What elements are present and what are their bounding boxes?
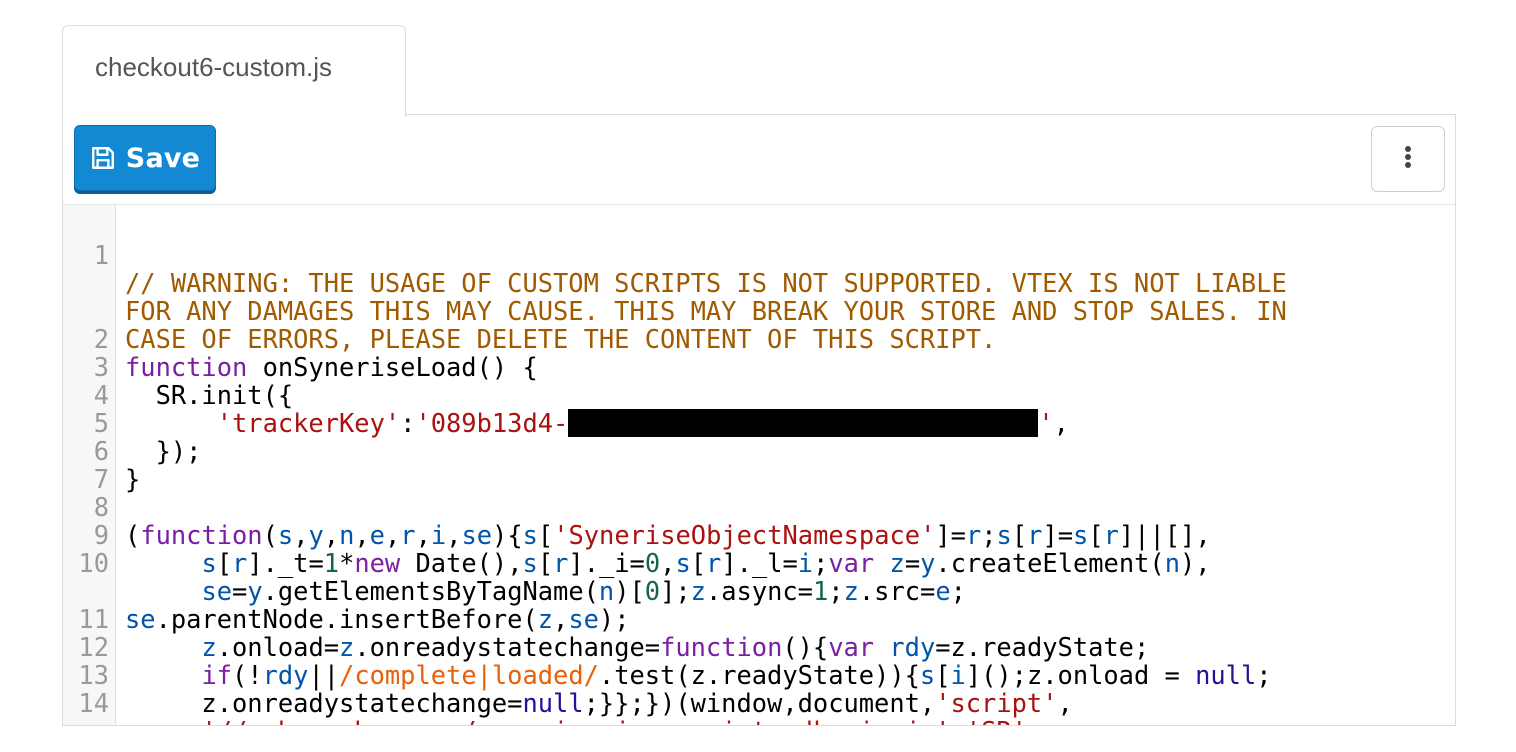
- editor-panel: Save 1 // WARNING: THE USAGE OF CUSTOM S…: [62, 114, 1456, 726]
- code-text: '//web.snrbox.com/synerise-javascript-sd…: [125, 717, 1042, 725]
- code-line-9: 9 s[r]._t=1*new Date(),s[r]._i=0,s[r]._l…: [63, 493, 1455, 577]
- code-line-11: 11 z.onload=z.onreadystatechange=functio…: [63, 577, 1455, 661]
- line-number: 10: [78, 548, 109, 578]
- code-line-12: 12 if(!rdy||/complete|loaded/.test(z.rea…: [63, 605, 1455, 689]
- line-number: 14: [78, 688, 109, 718]
- code-line-4: 4 'trackerKey':'089b13d4- ',: [63, 353, 1455, 437]
- line-number: 1: [93, 240, 109, 270]
- code-line-6: 6 }: [63, 409, 1455, 493]
- code-line-1: 1 // WARNING: THE USAGE OF CUSTOM SCRIPT…: [63, 213, 1455, 353]
- code-line-13: 13 z.onreadystatechange=null;}};})(windo…: [63, 633, 1455, 717]
- code-line-10: 10 se=y.getElementsByTagName(n)[0];z.asy…: [63, 521, 1455, 633]
- code-line-7: 7: [63, 437, 1455, 493]
- save-button-label: Save: [125, 142, 201, 174]
- editor-toolbar: Save: [63, 115, 1455, 205]
- code-line-2: 2 function onSyneriseLoad() {: [63, 297, 1455, 381]
- file-tab[interactable]: checkout6-custom.js: [62, 25, 406, 117]
- code-line-14: 14 '//web.snrbox.com/synerise-javascript…: [63, 661, 1455, 725]
- save-button[interactable]: Save: [74, 125, 216, 191]
- code-line-5: 5 });: [63, 381, 1455, 465]
- code-editor[interactable]: 1 // WARNING: THE USAGE OF CUSTOM SCRIPT…: [63, 205, 1455, 725]
- code-line-3: 3 SR.init({: [63, 325, 1455, 409]
- more-options-button[interactable]: [1371, 126, 1445, 192]
- vertical-ellipsis-icon: [1404, 145, 1412, 174]
- file-tab-label: checkout6-custom.js: [95, 52, 332, 82]
- floppy-disk-icon: [90, 145, 116, 171]
- code-content[interactable]: 1 // WARNING: THE USAGE OF CUSTOM SCRIPT…: [63, 213, 1455, 725]
- code-line-8: 8 (function(s,y,n,e,r,i,se){s['SyneriseO…: [63, 465, 1455, 549]
